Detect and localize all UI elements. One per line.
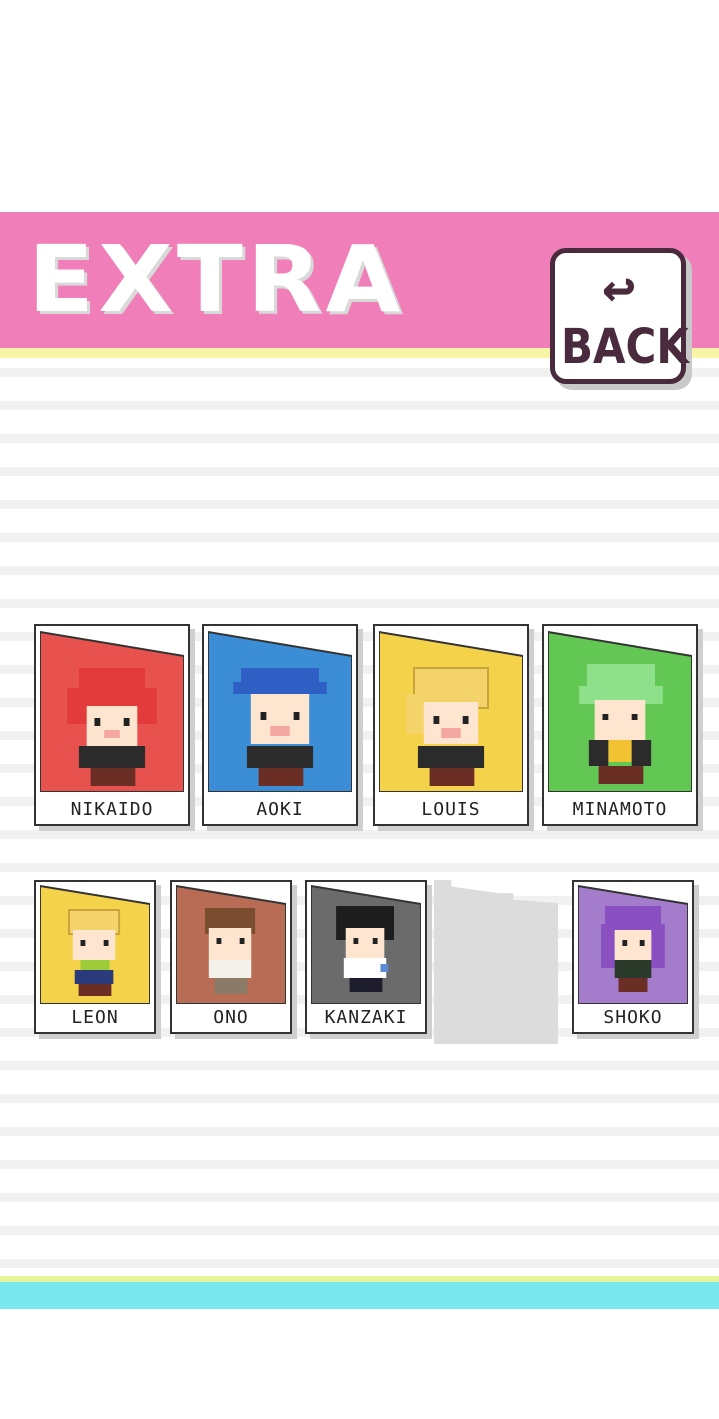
page-title: EXTRA [28,226,405,333]
character-portrait [379,628,523,792]
character-name: NIKAIDO [70,799,154,820]
character-card-nikaido[interactable]: NIKAIDO [34,624,190,826]
character-card-aoki[interactable]: AOKI [202,624,358,826]
character-name: MINAMOTO [572,799,668,820]
character-name: SHOKO [603,1007,663,1028]
character-card-kanzaki[interactable]: KANZAKI [305,880,427,1034]
character-name: LOUIS [421,799,481,820]
character-portrait [40,884,150,1004]
footer-stripe-cyan [0,1282,719,1309]
back-button[interactable]: ↩ BACK [550,248,689,384]
character-card-ono[interactable]: ONO [170,880,292,1034]
character-name: LEON [71,1007,119,1028]
back-button-label: BACK [561,318,689,375]
character-name: KANZAKI [324,1007,408,1028]
character-card-shoko[interactable]: SHOKO [572,880,694,1034]
character-portrait [208,628,352,792]
character-name: AOKI [256,799,304,820]
return-arrow-icon: ↩ [602,256,636,321]
character-portrait [311,884,421,1004]
character-card-leon[interactable]: LEON [34,880,156,1034]
character-card-minamoto[interactable]: MINAMOTO [542,624,698,826]
character-portrait [578,884,688,1004]
locked-card-slot [434,880,558,1044]
character-name: ONO [213,1007,249,1028]
character-portrait [176,884,286,1004]
character-portrait [548,628,692,792]
character-portrait [40,628,184,792]
character-card-louis[interactable]: LOUIS [373,624,529,826]
